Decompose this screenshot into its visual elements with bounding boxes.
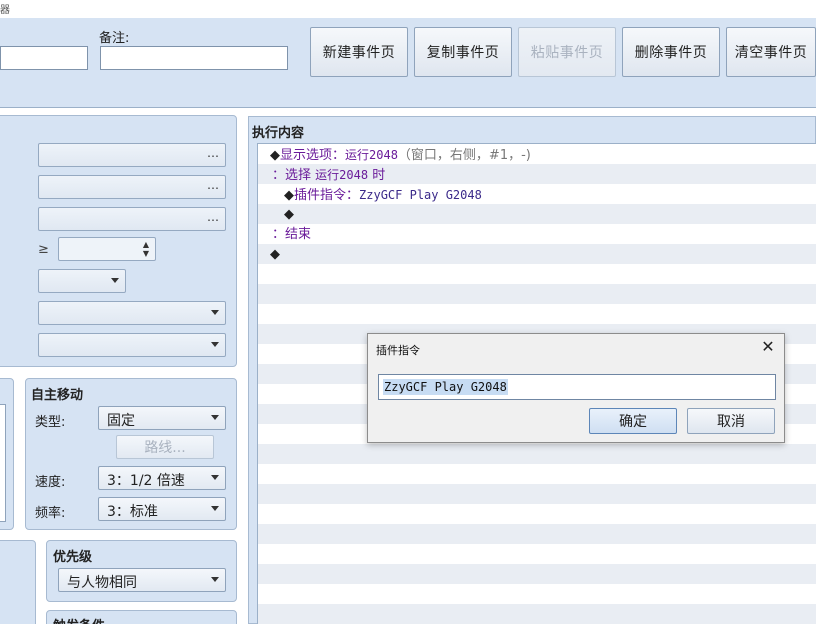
command-extra: （窗口，右侧，#1，-) [397, 148, 531, 163]
list-item[interactable]: ◆ [284, 205, 294, 225]
command-name: 插件指令： [294, 188, 360, 203]
command-name: 显示选项： [280, 148, 346, 163]
movement-type-label: 类型: [35, 415, 66, 430]
condition-variable-field[interactable]: … [38, 207, 226, 231]
window-titlebar: 器 [0, 0, 816, 18]
note-label: 备注: [99, 31, 130, 46]
movement-type-dropdown[interactable]: 固定 [98, 406, 226, 430]
chevron-down-icon [211, 415, 219, 420]
close-icon[interactable]: ✕ [758, 337, 778, 357]
ok-button[interactable]: 确定 [589, 408, 677, 434]
condition-switch2-field[interactable]: … [38, 175, 226, 199]
condition-actor-dropdown[interactable] [38, 333, 226, 357]
note-input[interactable] [100, 46, 288, 70]
plugin-command-input[interactable]: ZzyGCF Play G2048 [378, 374, 776, 400]
command-name: 选择 [285, 168, 316, 183]
delete-event-page-button[interactable]: 删除事件页 [622, 27, 720, 77]
movement-route-button[interactable]: 路线... [116, 435, 214, 459]
movement-speed-dropdown[interactable]: 3：1/2 倍速 [98, 466, 226, 490]
branch-prefix: ： [272, 168, 286, 183]
priority-title: 优先级 [53, 550, 93, 565]
ellipsis-icon: … [207, 146, 219, 160]
chevron-down-icon [211, 310, 219, 315]
command-args: 运行2048 [345, 148, 398, 162]
execution-content-title: 执行内容 [252, 126, 305, 141]
name-input[interactable] [0, 46, 88, 70]
movement-type-value: 固定 [107, 413, 135, 429]
command-args: 运行2048 [315, 168, 369, 182]
command-tail: 时 [368, 168, 386, 183]
autonomous-movement-title: 自主移动 [31, 388, 84, 403]
list-item[interactable]: ◆ [270, 245, 280, 265]
diamond-icon: ◆ [284, 188, 294, 203]
copy-event-page-button[interactable]: 复制事件页 [414, 27, 512, 77]
ellipsis-icon: … [207, 178, 219, 192]
command-args: ZzyGCF Play G2048 [359, 188, 482, 202]
trigger-title: 触发条件 [53, 615, 105, 624]
movement-speed-label: 速度: [35, 475, 66, 490]
dialog-title: 插件指令 [376, 344, 420, 357]
paste-event-page-button[interactable]: 粘贴事件页 [518, 27, 616, 77]
plugin-command-dialog: 插件指令 ✕ ZzyGCF Play G2048 确定 取消 [367, 333, 785, 443]
movement-frequency-dropdown[interactable]: 3：标准 [98, 497, 226, 521]
new-event-page-button[interactable]: 新建事件页 [310, 27, 408, 77]
list-item[interactable]: ◆插件指令：ZzyGCF Play G2048 [284, 185, 482, 205]
priority-value: 与人物相同 [67, 575, 137, 591]
condition-selfswitch-dropdown[interactable] [38, 269, 126, 293]
image-preview[interactable] [0, 404, 6, 522]
plugin-command-value: ZzyGCF Play G2048 [383, 379, 508, 395]
chevron-down-icon [211, 342, 219, 347]
command-name: 结束 [285, 227, 312, 242]
list-item[interactable]: ：结束 [272, 225, 311, 245]
movement-frequency-value: 3：标准 [107, 504, 158, 520]
list-item[interactable]: ：选择 运行2048 时 [272, 165, 385, 185]
condition-item-dropdown[interactable] [38, 301, 226, 325]
condition-value-spinner[interactable]: ▲ ▼ [58, 237, 156, 261]
ge-symbol: ≥ [38, 242, 49, 257]
spinner-arrows-icon[interactable]: ▲ ▼ [143, 240, 149, 258]
clear-event-page-button[interactable]: 清空事件页 [726, 27, 816, 77]
priority-dropdown[interactable]: 与人物相同 [58, 568, 226, 592]
chevron-down-icon [211, 577, 219, 582]
options-panel [0, 540, 36, 624]
movement-frequency-label: 频率: [35, 506, 66, 521]
branch-prefix: ： [272, 227, 286, 242]
cancel-button[interactable]: 取消 [687, 408, 775, 434]
window-title: 器 [0, 5, 10, 16]
diamond-icon: ◆ [270, 247, 280, 262]
condition-switch1-field[interactable]: … [38, 143, 226, 167]
list-item[interactable]: ◆显示选项：运行2048（窗口，右侧，#1，-) [270, 145, 531, 165]
movement-speed-value: 3：1/2 倍速 [107, 473, 185, 489]
diamond-icon: ◆ [270, 148, 280, 163]
ellipsis-icon: … [207, 210, 219, 224]
diamond-icon: ◆ [284, 207, 294, 222]
chevron-down-icon [211, 475, 219, 480]
chevron-down-icon [111, 278, 119, 283]
chevron-down-icon [211, 506, 219, 511]
